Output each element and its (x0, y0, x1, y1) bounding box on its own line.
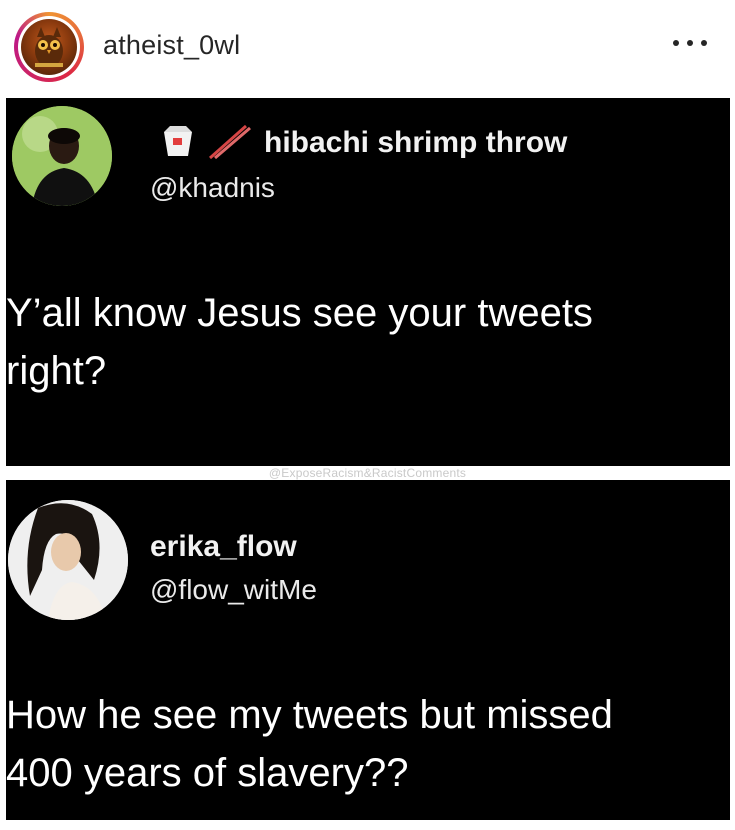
post-header: atheist_0wl (0, 0, 735, 96)
tweet1-avatar (12, 106, 112, 206)
tweet1-display-name[interactable]: hibachi shrimp throw (264, 126, 567, 160)
avatar-border (18, 16, 80, 78)
tweet2-text: How he see my tweets but missed 400 year… (6, 693, 613, 795)
more-dot-icon (673, 40, 679, 46)
tweet-card-2: erika_flow @flow_witMe How he see my twe… (6, 480, 730, 820)
tweet1-handle[interactable]: @khadnis (150, 172, 275, 204)
takeout-chopsticks-emoji-icon (164, 124, 251, 160)
owl-avatar-image (21, 19, 77, 75)
post-bottom-edge (0, 820, 735, 830)
person-avatar-icon (12, 106, 112, 206)
more-options-button[interactable] (673, 36, 707, 50)
tweet2-handle[interactable]: @flow_witMe (150, 574, 317, 606)
more-dot-icon (687, 40, 693, 46)
tweet2-display-name[interactable]: erika_flow (150, 530, 297, 564)
tweet1-text: Y’all know Jesus see your tweets right? (6, 291, 593, 393)
owl-icon (35, 27, 63, 67)
tweet-card-1: hibachi shrimp throw @khadnis Y’all know… (6, 98, 730, 466)
person-avatar-icon (8, 500, 128, 620)
post-username[interactable]: atheist_0wl (103, 30, 240, 61)
tweet2-avatar (8, 500, 128, 620)
more-dot-icon (701, 40, 707, 46)
profile-avatar[interactable] (14, 12, 84, 82)
watermark-text: @ExposeRacism&RacistComments (268, 466, 467, 480)
